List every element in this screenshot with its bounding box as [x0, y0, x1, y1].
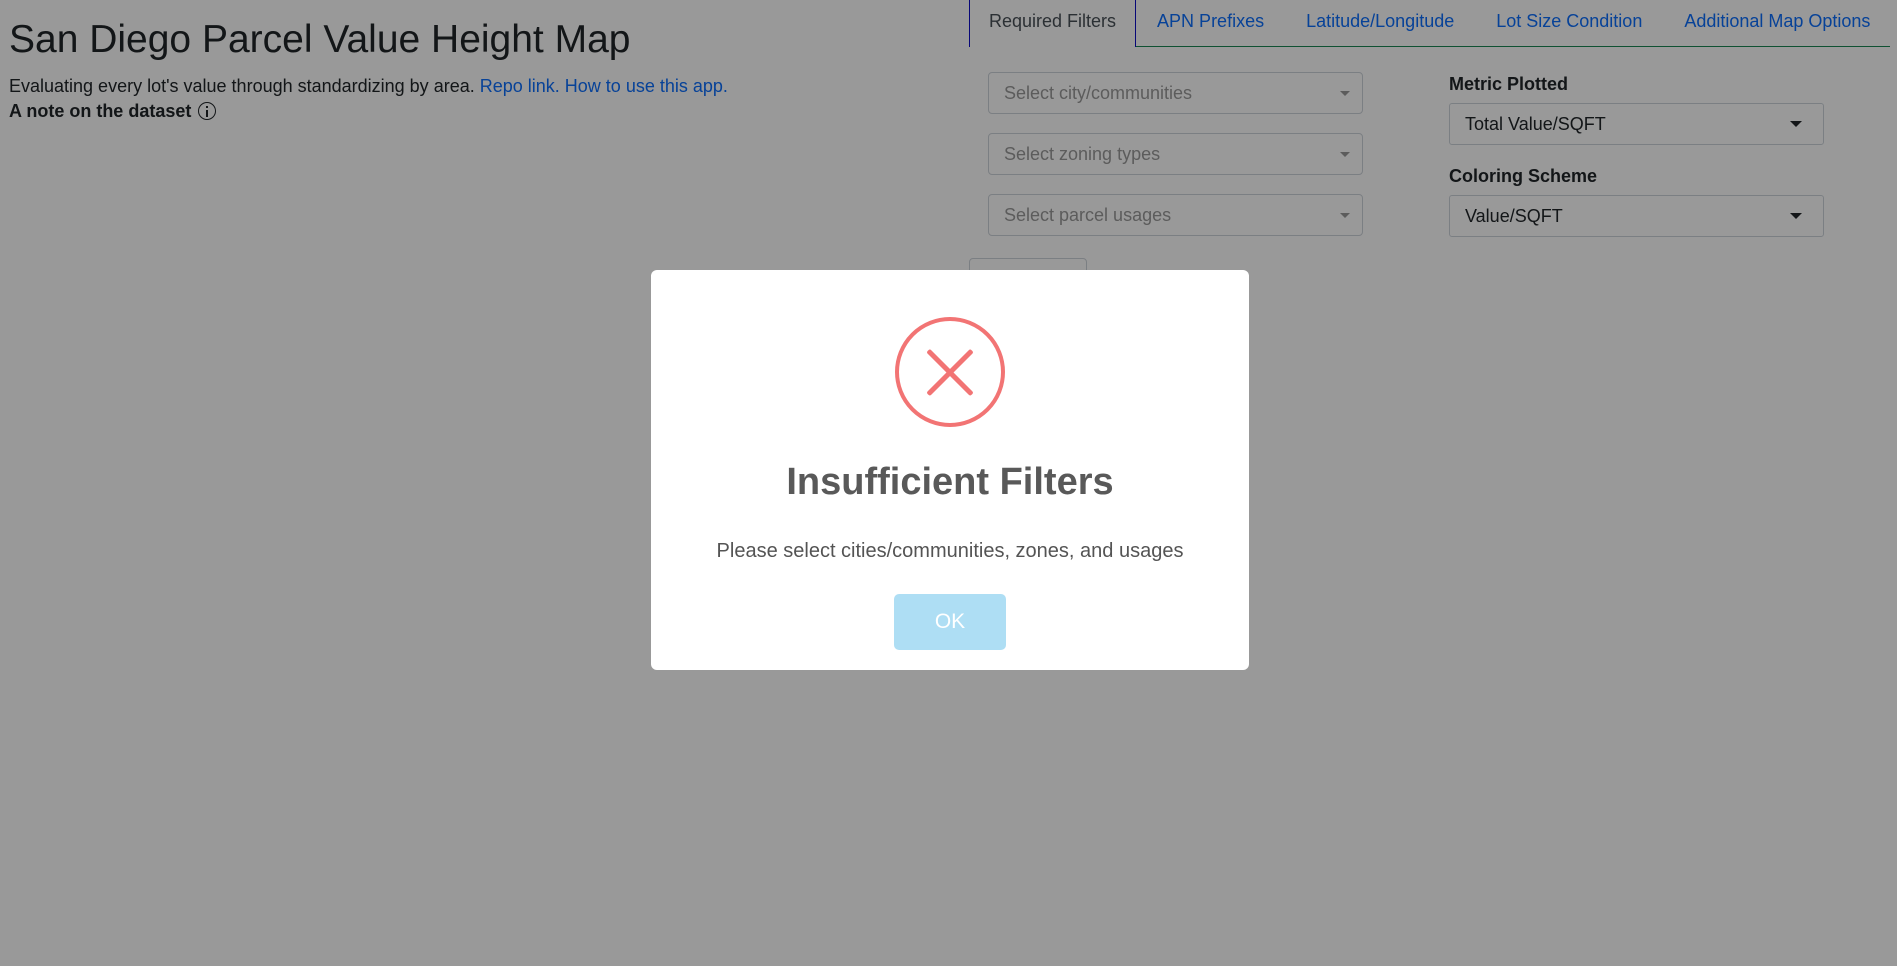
- error-x-icon: [895, 317, 1005, 427]
- dialog-title: Insufficient Filters: [786, 461, 1114, 503]
- ok-button[interactable]: OK: [894, 594, 1006, 650]
- dialog-message: Please select cities/communities, zones,…: [716, 540, 1184, 562]
- error-dialog: Insufficient Filters Please select citie…: [651, 270, 1249, 670]
